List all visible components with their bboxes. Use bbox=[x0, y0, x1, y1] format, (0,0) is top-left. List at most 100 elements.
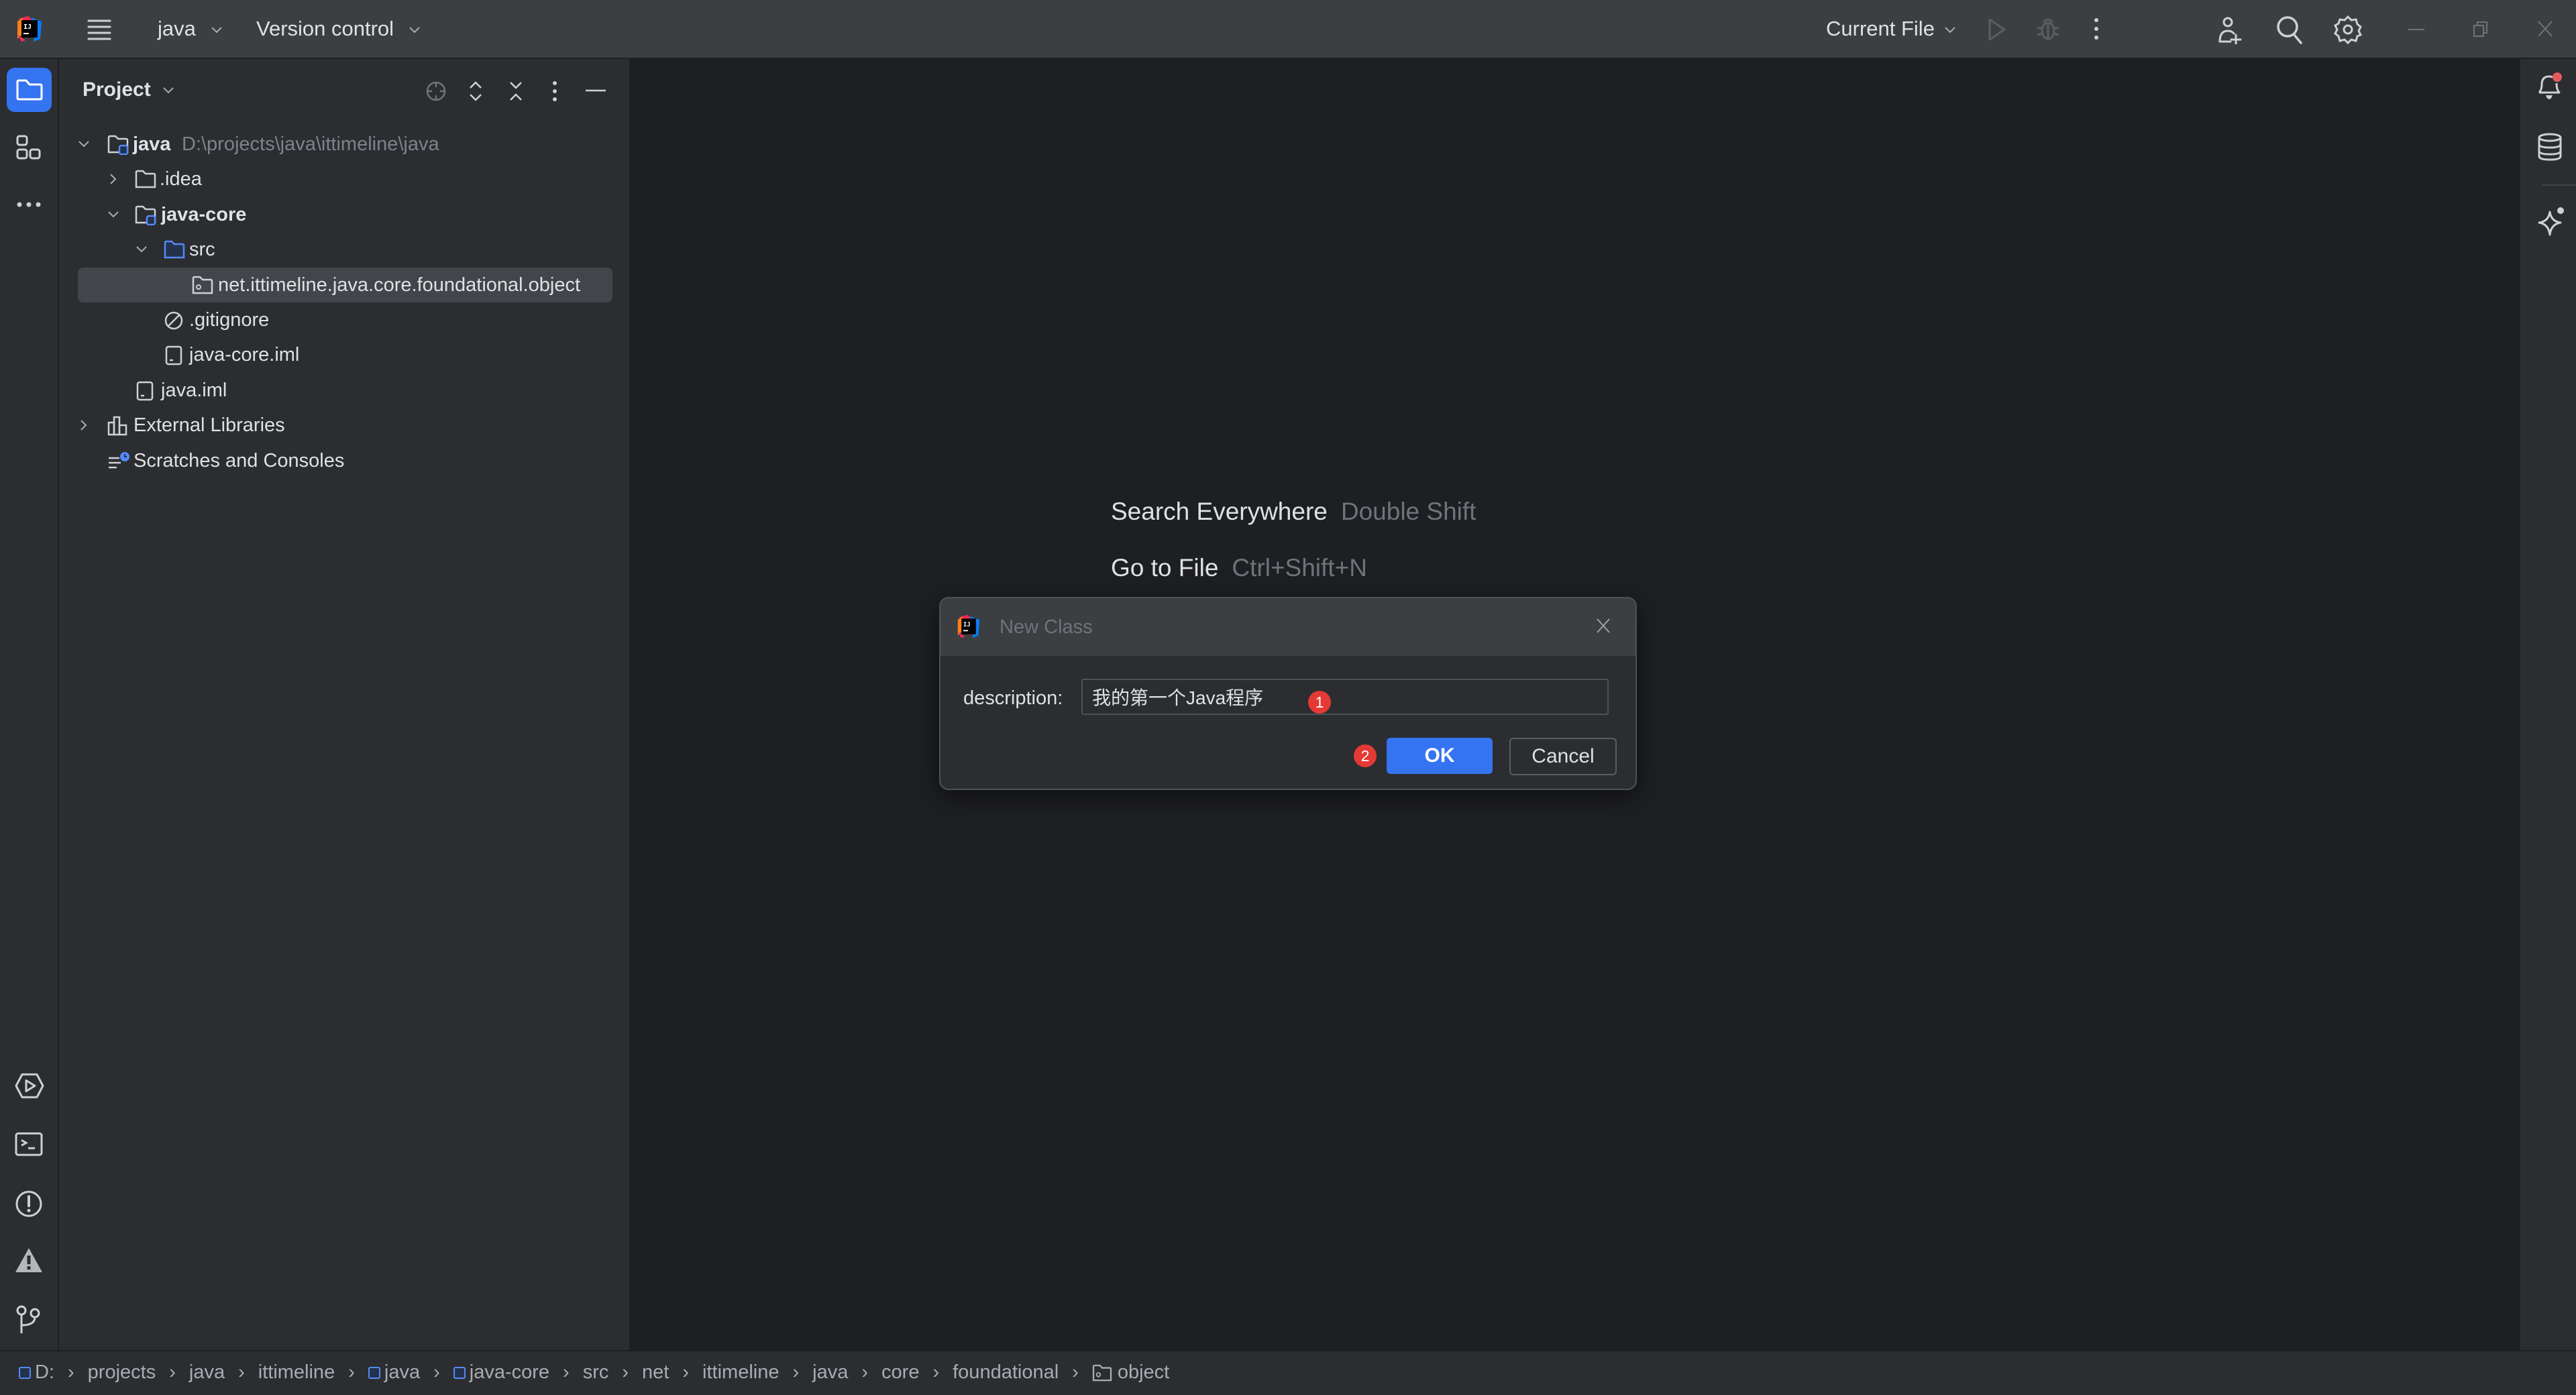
tree-item-package-selected[interactable]: net.ittimeline.java.core.foundational.ob… bbox=[78, 268, 612, 302]
add-user-icon[interactable] bbox=[2216, 15, 2245, 44]
dialog-close-icon[interactable] bbox=[1595, 617, 1611, 634]
chevron-down-icon bbox=[163, 87, 174, 94]
tree-item-java-core[interactable]: java-core bbox=[59, 197, 629, 232]
libraries-icon bbox=[107, 416, 129, 436]
tree-item-label: java-core.iml bbox=[189, 344, 300, 366]
tree-item-label: .gitignore bbox=[189, 309, 270, 331]
new-class-dialog: IJ New Class description: 1 2 OK Cancel bbox=[939, 597, 1637, 790]
warning-icon[interactable] bbox=[15, 1247, 43, 1273]
chevron-right-icon[interactable] bbox=[78, 417, 90, 433]
tree-item-label: java-core bbox=[161, 204, 247, 225]
source-folder-icon bbox=[164, 240, 185, 259]
close-window-icon[interactable] bbox=[2537, 20, 2553, 38]
terminal-icon[interactable] bbox=[15, 1132, 43, 1156]
structure-icon[interactable] bbox=[16, 135, 42, 160]
go-to-file-hint[interactable]: Go to File Ctrl+Shift+N bbox=[1111, 554, 1367, 582]
breadcrumb-label: ittimeline bbox=[258, 1361, 335, 1383]
breadcrumb-label: net bbox=[642, 1361, 669, 1383]
tree-item-java-core-iml[interactable]: java-core.iml bbox=[59, 337, 629, 372]
breadcrumb-item[interactable]: java bbox=[812, 1361, 848, 1384]
more-tool-windows-icon[interactable] bbox=[16, 201, 42, 208]
project-selector[interactable]: java bbox=[158, 0, 222, 58]
breadcrumb-item[interactable]: object bbox=[1092, 1361, 1169, 1384]
description-label: description: bbox=[963, 687, 1063, 709]
chevron-right-icon: › bbox=[68, 1361, 74, 1383]
ok-button[interactable]: OK bbox=[1387, 738, 1493, 774]
description-input[interactable] bbox=[1081, 679, 1609, 715]
cancel-button[interactable]: Cancel bbox=[1509, 738, 1617, 775]
annotation-badge-2: 2 bbox=[1354, 744, 1377, 767]
breadcrumb-label: core bbox=[881, 1361, 920, 1383]
breadcrumb-item[interactable]: foundational bbox=[953, 1361, 1059, 1384]
tree-item-idea[interactable]: .idea bbox=[59, 162, 629, 197]
tree-item-java[interactable]: java D:\projects\java\ittimeline\java bbox=[59, 127, 629, 162]
problems-icon[interactable] bbox=[15, 1190, 43, 1218]
tree-item-label: net.ittimeline.java.core.foundational.ob… bbox=[218, 274, 581, 296]
restore-icon[interactable] bbox=[2473, 20, 2489, 38]
collapse-all-icon[interactable] bbox=[508, 80, 523, 102]
chevron-right-icon: › bbox=[1072, 1361, 1079, 1383]
breadcrumb-item[interactable]: projects bbox=[88, 1361, 156, 1384]
status-bar: D: › projects › java › ittimeline › java… bbox=[0, 1350, 2576, 1395]
more-actions-icon[interactable] bbox=[2093, 17, 2100, 40]
tree-item-java-iml[interactable]: java.iml bbox=[59, 373, 629, 408]
tree-item-scratches[interactable]: Scratches and Consoles bbox=[59, 443, 629, 478]
intellij-logo-icon[interactable]: IJ bbox=[16, 15, 43, 43]
breadcrumb-item[interactable]: src bbox=[583, 1361, 609, 1384]
chevron-down-icon bbox=[1944, 27, 1955, 34]
chevron-right-icon: › bbox=[169, 1361, 176, 1383]
breadcrumb-label: java bbox=[189, 1361, 225, 1383]
chevron-right-icon[interactable] bbox=[107, 171, 119, 187]
database-icon[interactable] bbox=[2536, 133, 2563, 161]
expand-all-icon[interactable] bbox=[468, 80, 483, 102]
settings-icon[interactable] bbox=[2333, 15, 2363, 44]
hint-action: Go to File bbox=[1111, 554, 1219, 581]
chevron-right-icon: › bbox=[792, 1361, 800, 1383]
run-config-selector[interactable]: Current File bbox=[1826, 0, 1955, 58]
module-icon bbox=[453, 1366, 466, 1379]
main-menu-icon[interactable] bbox=[87, 19, 111, 40]
chevron-right-icon: › bbox=[682, 1361, 690, 1383]
breadcrumb-item[interactable]: D: bbox=[19, 1361, 54, 1384]
project-tool-button[interactable] bbox=[7, 68, 52, 112]
tree-item-external-libraries[interactable]: External Libraries bbox=[59, 408, 629, 443]
scratches-icon bbox=[107, 451, 130, 471]
locate-icon[interactable] bbox=[425, 80, 447, 102]
breadcrumb-item[interactable]: core bbox=[881, 1361, 919, 1384]
breadcrumb-item[interactable]: java-core bbox=[453, 1361, 549, 1384]
module-icon bbox=[19, 1366, 31, 1379]
project-view-selector[interactable]: Project bbox=[83, 72, 174, 107]
project-panel-title: Project bbox=[83, 78, 151, 101]
notifications-bell-icon[interactable] bbox=[2535, 71, 2563, 101]
tree-item-src[interactable]: src bbox=[59, 232, 629, 267]
run-icon[interactable] bbox=[1987, 17, 2007, 42]
tree-item-gitignore[interactable]: .gitignore bbox=[59, 302, 629, 337]
chevron-down-icon[interactable] bbox=[136, 241, 148, 258]
dialog-header[interactable]: IJ New Class bbox=[941, 598, 1635, 656]
chevron-down-icon[interactable] bbox=[78, 136, 90, 152]
breadcrumb-item[interactable]: ittimeline bbox=[258, 1361, 335, 1384]
debug-icon[interactable] bbox=[2036, 16, 2060, 42]
tree-item-label: src bbox=[189, 239, 215, 260]
minimize-icon[interactable] bbox=[2408, 28, 2424, 31]
search-everywhere-hint[interactable]: Search Everywhere Double Shift bbox=[1111, 498, 1476, 526]
git-branch-icon[interactable] bbox=[16, 1305, 42, 1333]
package-icon bbox=[1092, 1364, 1112, 1382]
project-name: java bbox=[158, 17, 196, 40]
breadcrumb-item[interactable]: java bbox=[189, 1361, 225, 1384]
breadcrumb-label: ittimeline bbox=[702, 1361, 780, 1383]
search-icon[interactable] bbox=[2275, 15, 2305, 44]
breadcrumb-item[interactable]: ittimeline bbox=[702, 1361, 779, 1384]
dialog-title: New Class bbox=[1000, 616, 1093, 638]
tree-item-label: .idea bbox=[160, 168, 202, 190]
run-services-icon[interactable] bbox=[15, 1073, 44, 1099]
left-tool-window-bar bbox=[0, 59, 59, 1350]
ai-assistant-sparkle-icon[interactable] bbox=[2536, 207, 2566, 236]
breadcrumb-label: D: bbox=[35, 1361, 54, 1383]
vcs-selector[interactable]: Version control bbox=[256, 0, 420, 58]
options-icon[interactable] bbox=[551, 80, 558, 102]
breadcrumb-item[interactable]: net bbox=[642, 1361, 669, 1384]
chevron-down-icon[interactable] bbox=[107, 207, 119, 223]
breadcrumb-item[interactable]: java bbox=[368, 1361, 420, 1384]
hide-panel-icon[interactable] bbox=[586, 89, 606, 92]
